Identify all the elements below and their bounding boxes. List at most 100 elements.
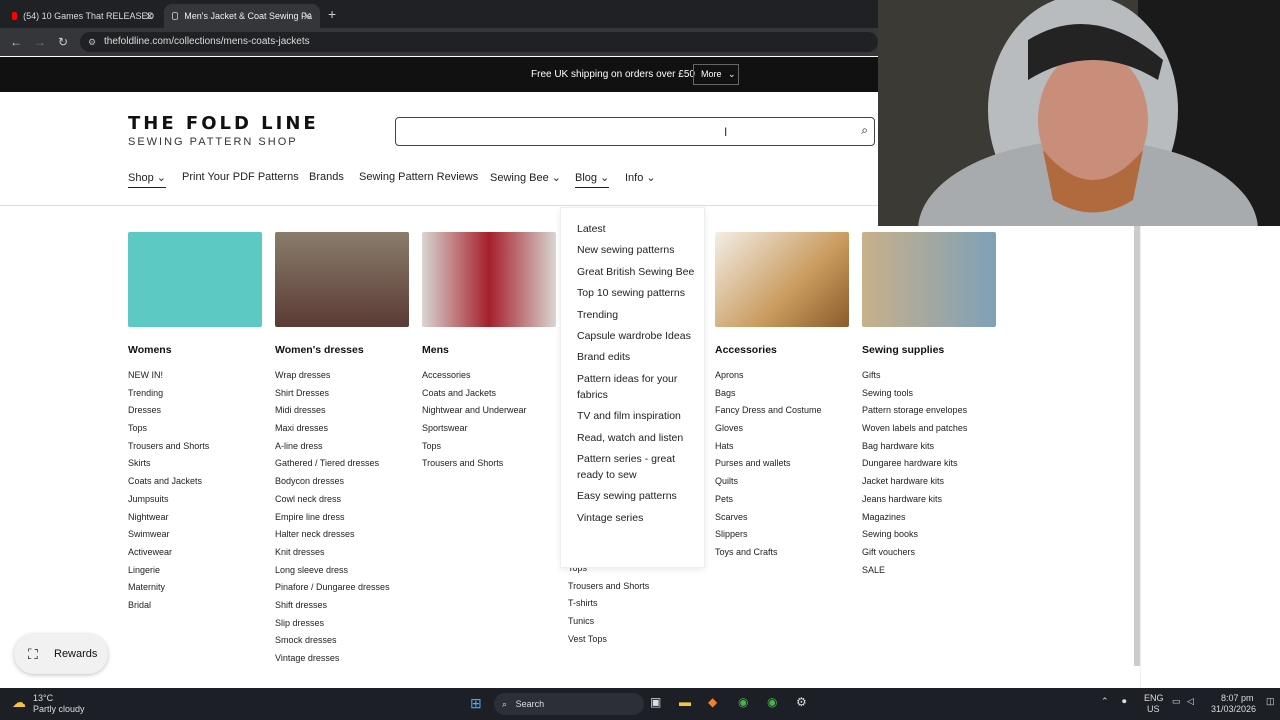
- back-icon[interactable]: ←: [10, 35, 22, 49]
- menu-link[interactable]: Cowl neck dress: [275, 494, 409, 512]
- blog-menu-item[interactable]: Top 10 sewing patterns: [577, 285, 704, 301]
- menu-link[interactable]: Sportswear: [422, 423, 556, 441]
- microphone-icon[interactable]: ⏺: [1122, 696, 1127, 707]
- menu-link[interactable]: Gifts: [862, 370, 996, 388]
- menu-link[interactable]: Dungaree hardware kits: [862, 458, 996, 476]
- menu-link[interactable]: Wrap dresses: [275, 370, 409, 388]
- menu-link[interactable]: Sewing tools: [862, 388, 996, 406]
- taskbar-search[interactable]: ⌕ Search: [494, 693, 644, 715]
- volume-icon[interactable]: ◁: [1187, 696, 1194, 707]
- menu-link[interactable]: Maxi dresses: [275, 423, 409, 441]
- menu-link[interactable]: Skirts: [128, 458, 262, 476]
- menu-link[interactable]: Swimwear: [128, 529, 262, 547]
- nav-info[interactable]: Info ⌄: [625, 171, 656, 184]
- new-tab-icon[interactable]: +: [328, 6, 336, 22]
- womens-image[interactable]: [128, 232, 262, 327]
- notifications-icon[interactable]: ◫: [1266, 696, 1275, 707]
- menu-link[interactable]: Slip dresses: [275, 618, 409, 636]
- weather-temp[interactable]: 13°C: [33, 693, 53, 703]
- nav-shop[interactable]: Shop ⌄: [128, 171, 166, 188]
- nav-print-pdf[interactable]: Print Your PDF Patterns: [182, 171, 299, 183]
- blog-menu-item[interactable]: New sewing patterns: [577, 242, 704, 258]
- address-bar[interactable]: ⚙ thefoldline.com/collections/mens-coats…: [80, 32, 878, 52]
- menu-link[interactable]: Lingerie: [128, 565, 262, 583]
- weather-desc[interactable]: Partly cloudy: [33, 704, 85, 714]
- menu-link[interactable]: Aprons: [715, 370, 849, 388]
- menu-link[interactable]: Pattern storage envelopes: [862, 405, 996, 423]
- menu-link[interactable]: Hats: [715, 441, 849, 459]
- clock-time[interactable]: 8:07 pm: [1221, 693, 1254, 703]
- menu-link[interactable]: Empire line dress: [275, 512, 409, 530]
- menu-link[interactable]: Tunics: [568, 616, 702, 634]
- menu-link[interactable]: Coats and Jackets: [128, 476, 262, 494]
- menu-link[interactable]: Pets: [715, 494, 849, 512]
- menu-link[interactable]: Long sleeve dress: [275, 565, 409, 583]
- menu-link[interactable]: Jeans hardware kits: [862, 494, 996, 512]
- menu-link[interactable]: Fancy Dress and Costume: [715, 405, 849, 423]
- column-title[interactable]: Womens: [128, 344, 262, 356]
- menu-link[interactable]: Coats and Jackets: [422, 388, 556, 406]
- blog-menu-item[interactable]: Pattern series - great ready to sew: [577, 451, 704, 483]
- nav-sewing-bee[interactable]: Sewing Bee ⌄: [490, 171, 561, 184]
- language-code[interactable]: ENG: [1144, 693, 1164, 703]
- menu-link[interactable]: Tops: [422, 441, 556, 459]
- menu-link[interactable]: Pinafore / Dungaree dresses: [275, 582, 409, 600]
- menu-link[interactable]: Activewear: [128, 547, 262, 565]
- menu-link[interactable]: Maternity: [128, 582, 262, 600]
- more-button[interactable]: More ⌄: [693, 64, 739, 85]
- menu-link[interactable]: Gloves: [715, 423, 849, 441]
- chrome-profile-icon[interactable]: ◉: [767, 695, 777, 709]
- menu-link[interactable]: Vintage dresses: [275, 653, 409, 671]
- menu-link[interactable]: Trousers and Shorts: [568, 581, 702, 599]
- blog-menu-item[interactable]: Capsule wardrobe Ideas: [577, 328, 704, 344]
- task-view-icon[interactable]: ▣: [650, 695, 661, 709]
- close-tab-icon[interactable]: ✕: [303, 10, 312, 23]
- blog-menu-item[interactable]: Read, watch and listen: [577, 430, 704, 446]
- menu-link[interactable]: Jumpsuits: [128, 494, 262, 512]
- blog-menu-item[interactable]: Great British Sewing Bee: [577, 264, 704, 280]
- blog-menu-item[interactable]: Pattern ideas for your fabrics: [577, 371, 704, 403]
- nav-blog[interactable]: Blog ⌄: [575, 171, 610, 188]
- close-tab-icon[interactable]: ✕: [145, 10, 154, 23]
- menu-link[interactable]: Gathered / Tiered dresses: [275, 458, 409, 476]
- forward-icon[interactable]: →: [34, 35, 46, 49]
- menu-link[interactable]: Accessories: [422, 370, 556, 388]
- nav-brands[interactable]: Brands: [309, 171, 344, 183]
- blog-menu-item[interactable]: Latest: [577, 221, 704, 237]
- search-input[interactable]: ⌕: [395, 117, 875, 146]
- menu-link[interactable]: Gift vouchers: [862, 547, 996, 565]
- menu-link[interactable]: Bag hardware kits: [862, 441, 996, 459]
- menu-link[interactable]: Tops: [128, 423, 262, 441]
- menu-link[interactable]: Scarves: [715, 512, 849, 530]
- menu-link[interactable]: Shirt Dresses: [275, 388, 409, 406]
- reload-icon[interactable]: ↻: [58, 35, 68, 49]
- menu-link[interactable]: Bags: [715, 388, 849, 406]
- blog-menu-item[interactable]: Easy sewing patterns: [577, 488, 704, 504]
- mens-image[interactable]: [422, 232, 556, 327]
- womens-dresses-image[interactable]: [275, 232, 409, 327]
- blog-menu-item[interactable]: Trending: [577, 307, 704, 323]
- menu-link[interactable]: Woven labels and patches: [862, 423, 996, 441]
- rewards-button[interactable]: ⛶ Rewards: [14, 634, 108, 674]
- nav-reviews[interactable]: Sewing Pattern Reviews: [359, 171, 478, 183]
- menu-link[interactable]: Midi dresses: [275, 405, 409, 423]
- menu-link[interactable]: Jacket hardware kits: [862, 476, 996, 494]
- menu-link[interactable]: Slippers: [715, 529, 849, 547]
- menu-link[interactable]: T-shirts: [568, 598, 702, 616]
- browser-tab-foldline[interactable]: Men's Jacket & Coat Sewing Pa ✕: [164, 4, 320, 28]
- search-icon[interactable]: ⌕: [861, 123, 868, 138]
- weather-icon[interactable]: ☁: [12, 694, 26, 711]
- menu-link[interactable]: A-line dress: [275, 441, 409, 459]
- column-title[interactable]: Mens: [422, 344, 556, 356]
- clock-date[interactable]: 31/03/2026: [1211, 704, 1256, 714]
- blog-menu-item[interactable]: Brand edits: [577, 349, 704, 365]
- file-explorer-icon[interactable]: ▬: [679, 695, 691, 709]
- blog-menu-item[interactable]: TV and film inspiration: [577, 408, 704, 424]
- column-title[interactable]: Women's dresses: [275, 344, 409, 356]
- menu-link[interactable]: Halter neck dresses: [275, 529, 409, 547]
- sewing-supplies-image[interactable]: [862, 232, 996, 327]
- menu-link[interactable]: Bodycon dresses: [275, 476, 409, 494]
- menu-link[interactable]: Purses and wallets: [715, 458, 849, 476]
- accessories-image[interactable]: [715, 232, 849, 327]
- menu-link[interactable]: Bridal: [128, 600, 262, 618]
